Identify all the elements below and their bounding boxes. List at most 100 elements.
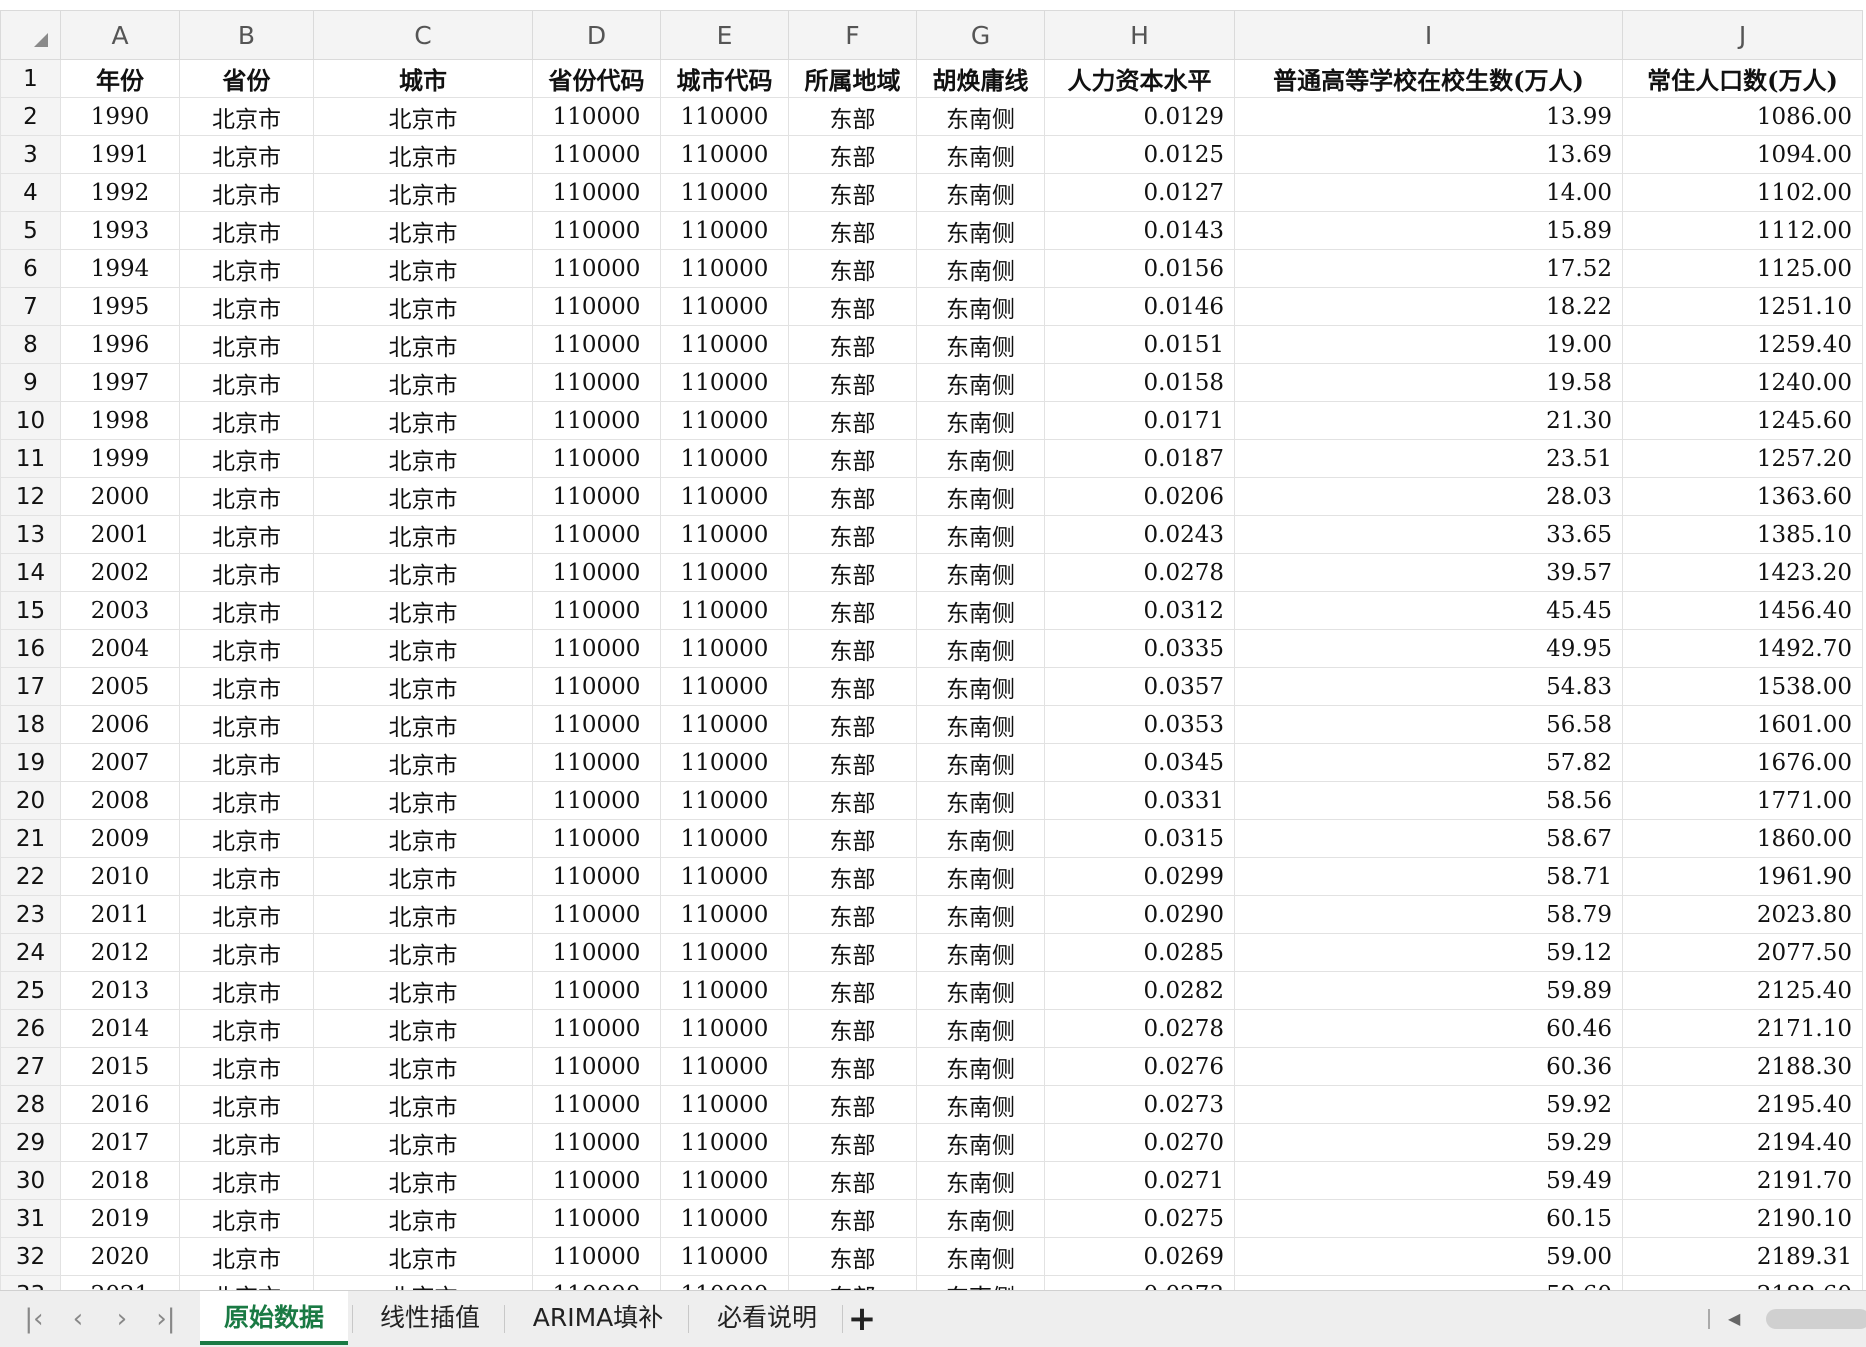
cell[interactable]: 110000 bbox=[532, 895, 661, 934]
cell[interactable]: 2017 bbox=[60, 1123, 180, 1162]
cell[interactable]: 北京市 bbox=[313, 553, 533, 592]
cell[interactable]: 2188.60 bbox=[1622, 1275, 1863, 1290]
header-cell[interactable]: 省份 bbox=[179, 59, 314, 98]
cell[interactable]: 0.0146 bbox=[1044, 287, 1235, 326]
cell[interactable]: 东南侧 bbox=[916, 857, 1045, 896]
cell[interactable]: 东南侧 bbox=[916, 1237, 1045, 1276]
cell[interactable]: 2016 bbox=[60, 1085, 180, 1124]
cell[interactable]: 1086.00 bbox=[1622, 97, 1863, 136]
cell[interactable]: 110000 bbox=[532, 667, 661, 706]
cell[interactable]: 北京市 bbox=[313, 477, 533, 516]
cell[interactable]: 东部 bbox=[788, 211, 917, 250]
cell[interactable]: 1997 bbox=[60, 363, 180, 402]
cell[interactable]: 东南侧 bbox=[916, 173, 1045, 212]
row-number[interactable]: 15 bbox=[0, 591, 61, 630]
cell[interactable]: 2190.10 bbox=[1622, 1199, 1863, 1238]
cell[interactable]: 东南侧 bbox=[916, 1085, 1045, 1124]
cell[interactable]: 北京市 bbox=[313, 249, 533, 288]
prev-sheet-icon[interactable]: ‹ bbox=[56, 1291, 100, 1347]
cell[interactable]: 110000 bbox=[532, 401, 661, 440]
cell[interactable]: 110000 bbox=[532, 97, 661, 136]
cell[interactable]: 北京市 bbox=[179, 705, 314, 744]
cell[interactable]: 110000 bbox=[532, 971, 661, 1010]
cell[interactable]: 2018 bbox=[60, 1161, 180, 1200]
cell[interactable]: 东部 bbox=[788, 895, 917, 934]
cell[interactable]: 1961.90 bbox=[1622, 857, 1863, 896]
row-number[interactable]: 24 bbox=[0, 933, 61, 972]
cell[interactable]: 45.45 bbox=[1234, 591, 1623, 630]
cell[interactable]: 北京市 bbox=[313, 743, 533, 782]
cell[interactable]: 东部 bbox=[788, 1047, 917, 1086]
cell[interactable]: 北京市 bbox=[313, 629, 533, 668]
cell[interactable]: 东南侧 bbox=[916, 743, 1045, 782]
cell[interactable]: 19.58 bbox=[1234, 363, 1623, 402]
cell[interactable]: 110000 bbox=[660, 591, 789, 630]
cell[interactable]: 49.95 bbox=[1234, 629, 1623, 668]
cell[interactable]: 110000 bbox=[532, 325, 661, 364]
cell[interactable]: 110000 bbox=[660, 477, 789, 516]
cell[interactable]: 110000 bbox=[532, 933, 661, 972]
cell[interactable]: 北京市 bbox=[179, 173, 314, 212]
cell[interactable]: 东南侧 bbox=[916, 97, 1045, 136]
row-number[interactable]: 10 bbox=[0, 401, 61, 440]
cell[interactable]: 110000 bbox=[532, 819, 661, 858]
tab-must-read[interactable]: 必看说明 bbox=[692, 1291, 842, 1345]
row-number[interactable]: 19 bbox=[0, 743, 61, 782]
cell[interactable]: 110000 bbox=[532, 857, 661, 896]
cell[interactable]: 北京市 bbox=[179, 477, 314, 516]
cell[interactable]: 北京市 bbox=[179, 1275, 314, 1290]
cell[interactable]: 北京市 bbox=[313, 287, 533, 326]
cell[interactable]: 0.0129 bbox=[1044, 97, 1235, 136]
cell[interactable]: 1125.00 bbox=[1622, 249, 1863, 288]
cell[interactable]: 56.58 bbox=[1234, 705, 1623, 744]
row-number[interactable]: 21 bbox=[0, 819, 61, 858]
cell[interactable]: 39.57 bbox=[1234, 553, 1623, 592]
cell[interactable]: 110000 bbox=[660, 249, 789, 288]
cell[interactable]: 110000 bbox=[660, 1009, 789, 1048]
header-cell[interactable]: 所属地域 bbox=[788, 59, 917, 98]
cell[interactable]: 东部 bbox=[788, 439, 917, 478]
cell[interactable]: 0.0125 bbox=[1044, 135, 1235, 174]
cell[interactable]: 东南侧 bbox=[916, 439, 1045, 478]
cell[interactable]: 110000 bbox=[532, 249, 661, 288]
cell[interactable]: 东南侧 bbox=[916, 819, 1045, 858]
cell[interactable]: 58.56 bbox=[1234, 781, 1623, 820]
cell[interactable]: 1771.00 bbox=[1622, 781, 1863, 820]
cell[interactable]: 1251.10 bbox=[1622, 287, 1863, 326]
cell[interactable]: 110000 bbox=[532, 135, 661, 174]
cell[interactable]: 0.0271 bbox=[1044, 1161, 1235, 1200]
cell[interactable]: 17.52 bbox=[1234, 249, 1623, 288]
cell[interactable]: 东南侧 bbox=[916, 895, 1045, 934]
cell[interactable]: 东南侧 bbox=[916, 401, 1045, 440]
cell[interactable]: 110000 bbox=[532, 629, 661, 668]
cell[interactable]: 0.0151 bbox=[1044, 325, 1235, 364]
cell[interactable]: 东部 bbox=[788, 325, 917, 364]
cell[interactable]: 北京市 bbox=[313, 1161, 533, 1200]
cell[interactable]: 110000 bbox=[660, 1161, 789, 1200]
cell[interactable]: 东部 bbox=[788, 97, 917, 136]
column-header-a[interactable]: A bbox=[60, 10, 180, 60]
cell[interactable]: 110000 bbox=[532, 1275, 661, 1290]
cell[interactable]: 2020 bbox=[60, 1237, 180, 1276]
cell[interactable]: 2005 bbox=[60, 667, 180, 706]
cell[interactable]: 1999 bbox=[60, 439, 180, 478]
cell[interactable]: 北京市 bbox=[179, 515, 314, 554]
header-cell[interactable]: 人力资本水平 bbox=[1044, 59, 1235, 98]
cell[interactable]: 110000 bbox=[532, 553, 661, 592]
cell[interactable]: 110000 bbox=[660, 857, 789, 896]
cell[interactable]: 58.71 bbox=[1234, 857, 1623, 896]
cell[interactable]: 1259.40 bbox=[1622, 325, 1863, 364]
cell[interactable]: 58.79 bbox=[1234, 895, 1623, 934]
cell[interactable]: 2013 bbox=[60, 971, 180, 1010]
cell[interactable]: 110000 bbox=[660, 211, 789, 250]
cell[interactable]: 15.89 bbox=[1234, 211, 1623, 250]
cell[interactable]: 东南侧 bbox=[916, 1009, 1045, 1048]
row-number[interactable]: 23 bbox=[0, 895, 61, 934]
cell[interactable]: 2008 bbox=[60, 781, 180, 820]
cell[interactable]: 北京市 bbox=[313, 1275, 533, 1290]
cell[interactable]: 59.60 bbox=[1234, 1275, 1623, 1290]
header-cell[interactable]: 胡焕庸线 bbox=[916, 59, 1045, 98]
row-number[interactable]: 17 bbox=[0, 667, 61, 706]
cell[interactable]: 东部 bbox=[788, 705, 917, 744]
next-sheet-icon[interactable]: › bbox=[100, 1291, 144, 1347]
